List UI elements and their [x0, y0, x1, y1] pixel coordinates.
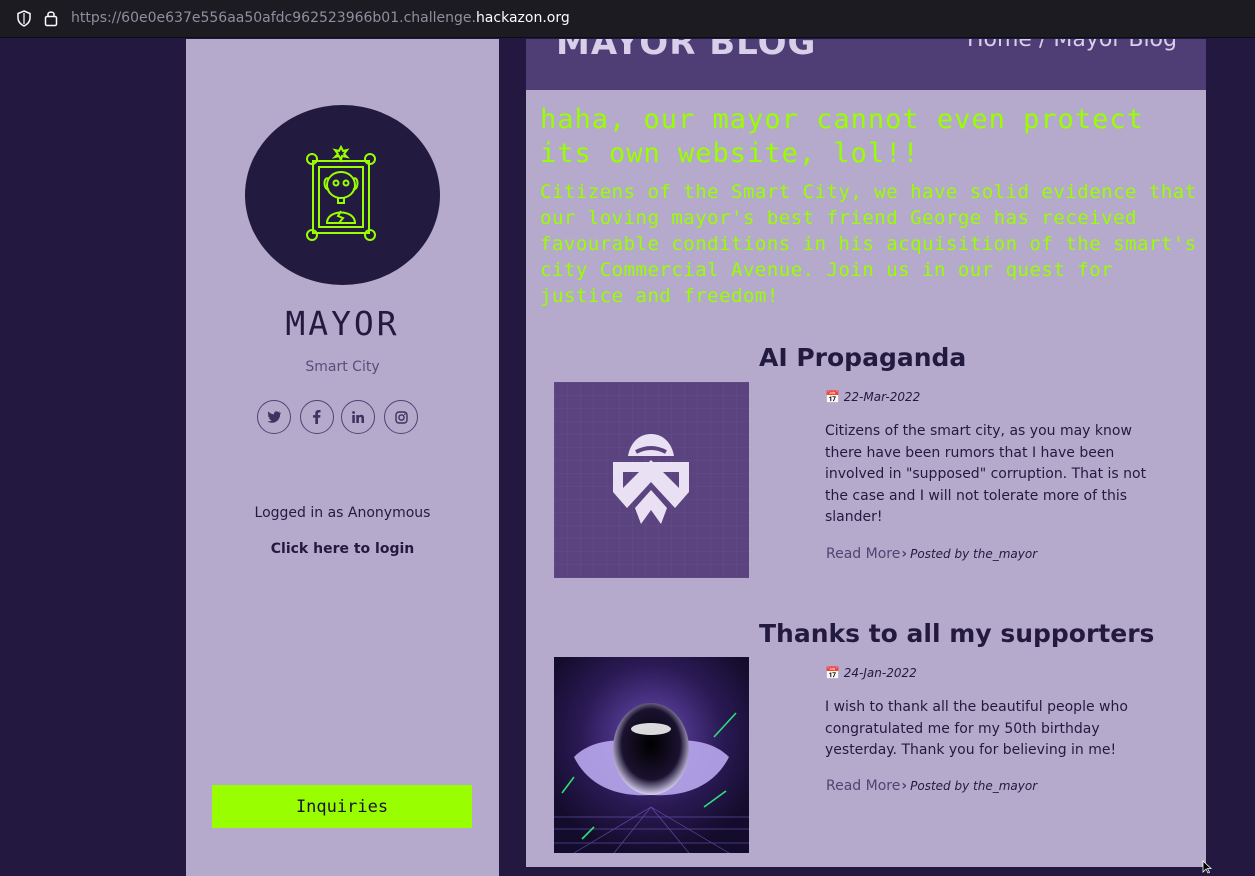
shield-icon[interactable] — [16, 10, 32, 27]
post-excerpt: I wish to thank all the beautiful people… — [825, 699, 1128, 758]
chevron-right-icon: › — [901, 546, 908, 562]
read-more-link[interactable]: Read More — [826, 546, 900, 562]
post-date-text: 22-Mar-2022 — [843, 390, 921, 404]
post-excerpt: Citizens of the smart city, as you may k… — [825, 423, 1147, 525]
logged-in-status: Logged in as Anonymous — [254, 505, 431, 521]
inquiries-button[interactable]: Inquiries — [212, 785, 472, 828]
post-date: 📅 22-Mar-2022 — [825, 390, 920, 404]
defacement-heading: haha, our mayor cannot even protect its … — [540, 104, 1144, 169]
post-date-text: 24-Jan-2022 — [843, 666, 917, 680]
main-content: MAYOR BLOG Home / Mayor Blog haha, our m… — [526, 39, 1206, 867]
portrait-frame-icon — [306, 145, 376, 241]
defacement-message: Citizens of the Smart City, we have soli… — [540, 181, 1197, 307]
facebook-icon[interactable] — [300, 400, 334, 434]
breadcrumb-current: Mayor Blog — [1053, 39, 1177, 52]
linkedin-icon[interactable] — [341, 400, 375, 434]
post-title[interactable]: Thanks to all my supporters — [759, 619, 1154, 648]
post-footer: Read More› Posted by the_mayor — [826, 546, 1037, 562]
post-footer: Read More› Posted by the_mayor — [826, 778, 1037, 794]
chevron-right-icon: › — [901, 778, 908, 794]
mouse-cursor-icon — [1202, 860, 1212, 874]
page-title: MAYOR BLOG — [556, 39, 817, 63]
post-author: Posted by the_mayor — [910, 779, 1038, 793]
browser-url-bar[interactable]: https://60e0e637e556aa50afdc962523966b01… — [0, 0, 1255, 38]
breadcrumb-separator: / — [1031, 39, 1054, 52]
url-text[interactable]: https://60e0e637e556aa50afdc962523966b01… — [71, 10, 570, 26]
lock-icon[interactable] — [44, 9, 58, 27]
post-image-supporters[interactable] — [554, 657, 749, 853]
breadcrumb: Home / Mayor Blog — [967, 39, 1177, 52]
post-title[interactable]: AI Propaganda — [759, 343, 966, 372]
avatar — [245, 105, 440, 285]
calendar-icon: 📅 — [825, 390, 840, 404]
sidebar: MAYOR Smart City Logged in as Anonymous … — [186, 39, 499, 876]
login-link[interactable]: Click here to login — [186, 541, 499, 557]
instagram-icon[interactable] — [384, 400, 418, 434]
calendar-icon: 📅 — [825, 666, 840, 680]
post-image-ai-propaganda[interactable] — [554, 382, 749, 578]
url-domain: hackazon.org — [475, 10, 570, 26]
social-links — [257, 400, 427, 434]
post-author: Posted by the_mayor — [910, 547, 1038, 561]
breadcrumb-home[interactable]: Home — [967, 39, 1032, 52]
mayor-name: MAYOR — [285, 304, 400, 343]
twitter-icon[interactable] — [257, 400, 291, 434]
page-header: MAYOR BLOG Home / Mayor Blog — [526, 39, 1206, 90]
post-date: 📅 24-Jan-2022 — [825, 666, 917, 680]
read-more-link[interactable]: Read More — [826, 778, 900, 794]
url-prefix: https://60e0e637e556aa50afdc962523966b01… — [71, 10, 476, 26]
subtitle: Smart City — [305, 359, 380, 375]
